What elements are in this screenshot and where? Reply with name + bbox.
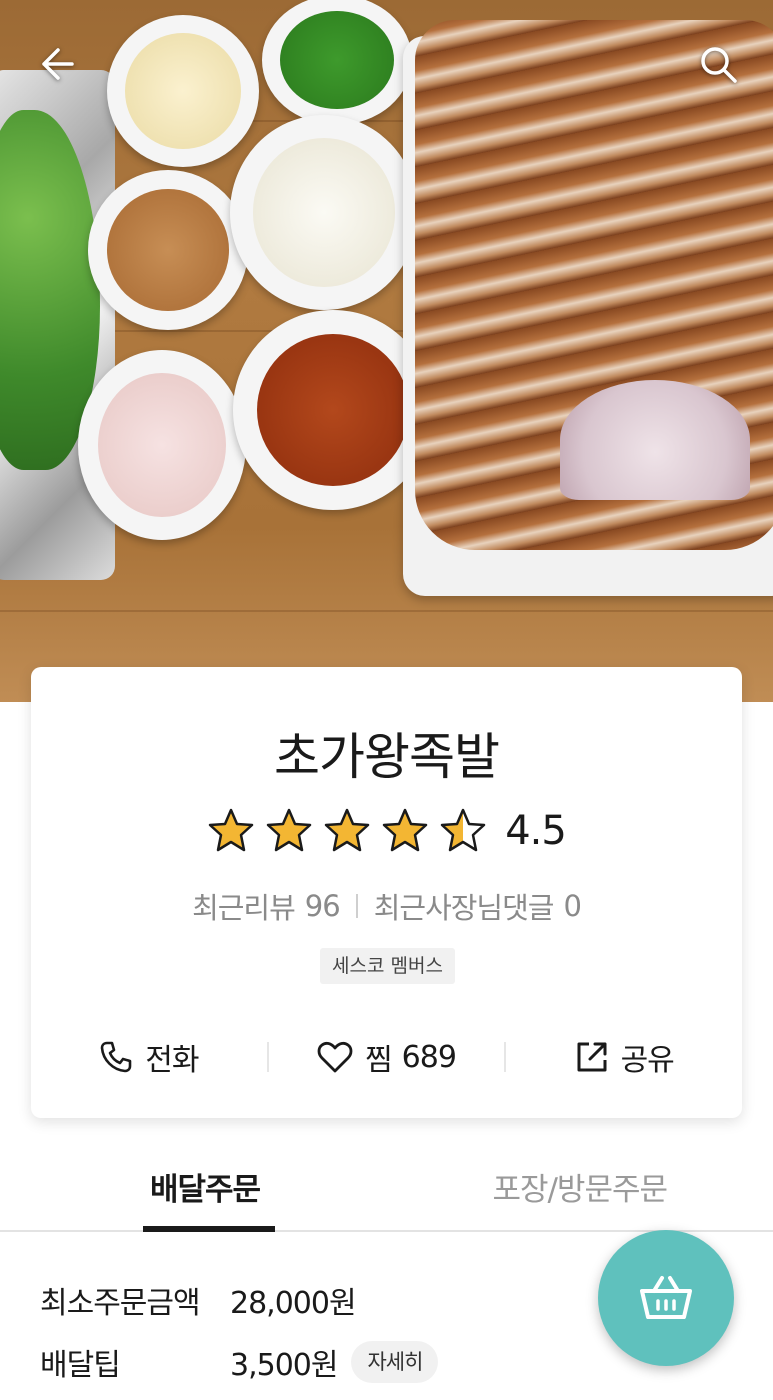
cart-button[interactable] bbox=[598, 1230, 734, 1366]
call-label: 전화 bbox=[145, 1043, 199, 1078]
delivery-tip-value: 3,500원 bbox=[230, 1348, 338, 1383]
heart-icon bbox=[317, 1041, 353, 1073]
min-order-label: 최소주문금액 bbox=[40, 1286, 201, 1321]
delivery-tip-label: 배달팁 bbox=[40, 1348, 121, 1383]
recent-reviews-label: 최근리뷰 bbox=[192, 891, 296, 925]
search-button[interactable] bbox=[694, 40, 742, 88]
store-actions: 전화 찜 689 공유 bbox=[31, 1027, 742, 1087]
recent-reviews-count: 96 bbox=[304, 889, 341, 923]
review-stats: 최근리뷰 96 최근사장님댓글 0 bbox=[31, 885, 742, 927]
min-order-row: 최소주문금액 28,000원 bbox=[40, 1278, 357, 1322]
like-count: 689 bbox=[401, 1039, 457, 1075]
search-icon bbox=[701, 47, 737, 83]
min-order-value: 28,000원 bbox=[230, 1286, 357, 1321]
store-info-card: 초가왕족발 4.5 최근리뷰 96 최근사장님댓글 0 세스코 멤버스 전화 찜… bbox=[31, 667, 742, 1118]
arrow-left-icon bbox=[42, 48, 74, 80]
call-button[interactable]: 전화 bbox=[31, 1035, 267, 1079]
star-icon bbox=[208, 808, 254, 852]
active-tab-indicator bbox=[143, 1226, 275, 1232]
star-rating bbox=[207, 807, 497, 855]
like-label: 찜 bbox=[365, 1043, 393, 1078]
rating-value: 4.5 bbox=[505, 808, 567, 854]
back-button[interactable] bbox=[32, 40, 80, 88]
store-name: 초가왕족발 bbox=[274, 728, 500, 786]
rating-row: 4.5 bbox=[31, 807, 742, 855]
share-icon bbox=[577, 1042, 607, 1072]
cesco-members-badge: 세스코 멤버스 bbox=[320, 948, 455, 984]
like-button[interactable]: 찜 689 bbox=[269, 1035, 505, 1079]
order-type-tabs: 배달주문 포장/방문주문 bbox=[0, 1150, 773, 1232]
store-page: 초가왕족발 4.5 최근리뷰 96 최근사장님댓글 0 세스코 멤버스 전화 찜… bbox=[0, 0, 773, 1400]
owner-replies-count: 0 bbox=[563, 889, 581, 923]
delivery-tip-detail-button[interactable]: 자세히 bbox=[351, 1341, 439, 1383]
share-button[interactable]: 공유 bbox=[506, 1035, 742, 1079]
divider bbox=[355, 894, 358, 918]
star-icon bbox=[382, 808, 428, 852]
basket-icon bbox=[640, 1276, 692, 1319]
delivery-tip-row: 배달팁 3,500원 자세히 bbox=[40, 1340, 439, 1384]
tab-pickup[interactable]: 포장/방문주문 bbox=[387, 1150, 773, 1230]
tab-delivery[interactable]: 배달주문 bbox=[0, 1150, 387, 1232]
share-label: 공유 bbox=[620, 1043, 675, 1078]
store-hero-photo bbox=[0, 0, 773, 702]
star-icon bbox=[266, 808, 312, 852]
phone-icon bbox=[100, 1041, 132, 1073]
star-icon bbox=[324, 808, 370, 852]
star-icon bbox=[440, 808, 486, 852]
owner-replies-label: 최근사장님댓글 bbox=[373, 891, 555, 925]
